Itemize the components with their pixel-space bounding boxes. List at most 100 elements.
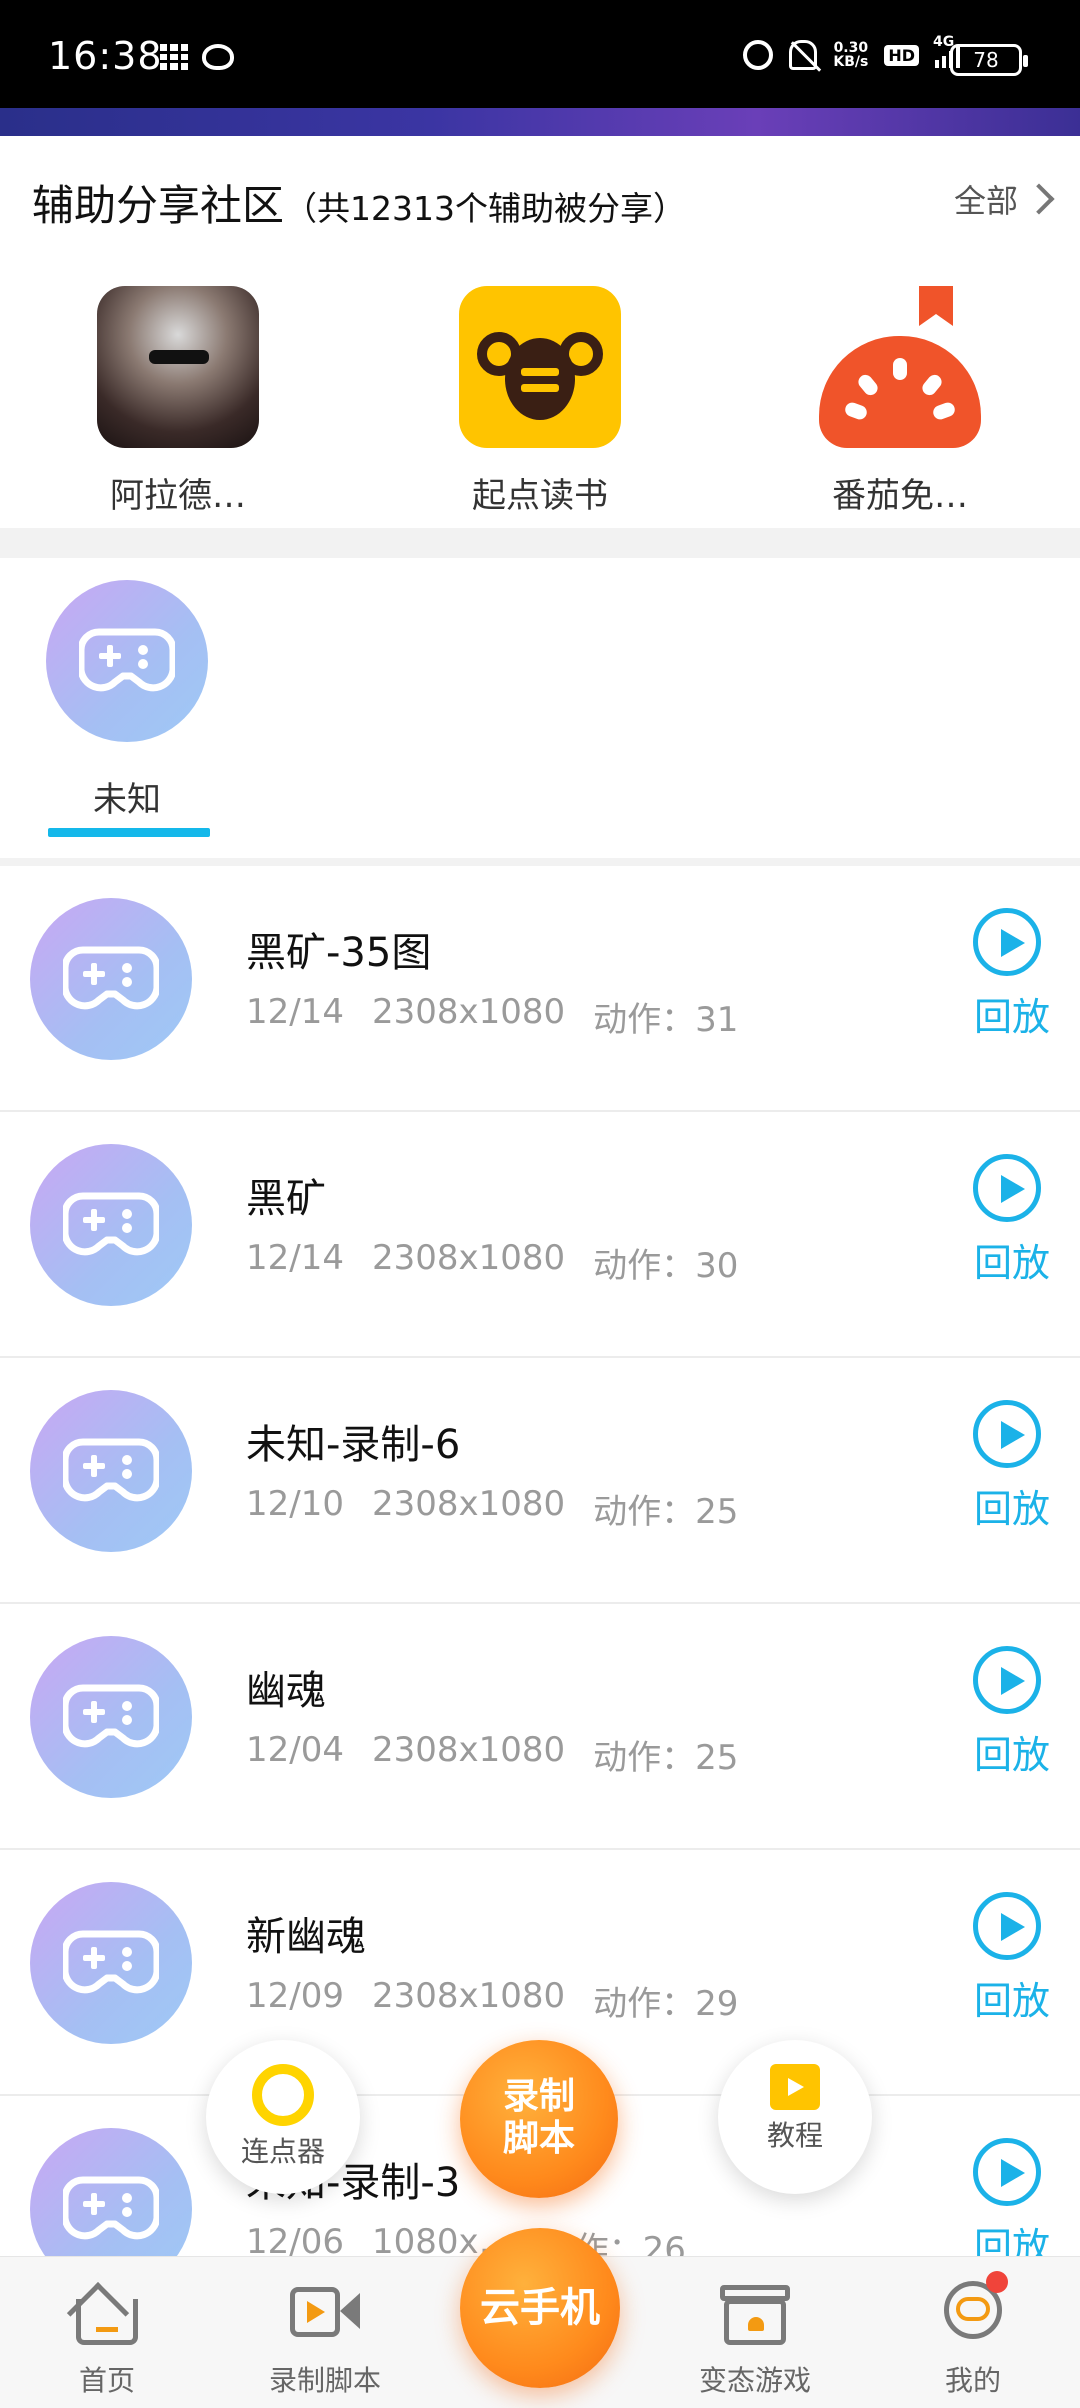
nav-record[interactable]: 录制脚本 <box>250 2277 400 2399</box>
script-resolution: 2308x1080 <box>371 1484 566 1524</box>
profile-robot-icon <box>938 2271 1008 2347</box>
nav-home-label: 首页 <box>78 2364 135 2397</box>
status-right-icons: 0.30 KB/s HD 4G <box>743 34 960 70</box>
nav-mine[interactable]: 我的 <box>898 2271 1048 2399</box>
status-left-icons <box>160 44 234 70</box>
script-actions: 动作：29 <box>593 1984 739 2024</box>
replay-label[interactable]: 回放 <box>974 1232 1050 1287</box>
tutorial-label: 教程 <box>766 2119 823 2152</box>
record-script-label: 录制 脚本 <box>460 2040 618 2160</box>
play-icon <box>973 1400 1041 1468</box>
mute-bell-icon <box>789 40 818 70</box>
community-title-text: 辅助分享社区 <box>32 181 285 230</box>
script-actions: 动作：25 <box>593 1738 739 1778</box>
script-meta: 12/09 2308x1080 动作：29 <box>246 1976 738 2025</box>
script-title: 黑矿-35图 <box>246 930 432 976</box>
play-icon <box>973 908 1041 976</box>
script-meta: 12/14 2308x1080 动作：30 <box>246 1238 738 1287</box>
view-all-button[interactable]: 全部 <box>953 176 1055 222</box>
status-time: 16:38 <box>48 34 163 78</box>
nav-record-label: 录制脚本 <box>268 2364 381 2397</box>
replay-button[interactable] <box>972 2138 1042 2206</box>
record-label-line2: 脚本 <box>502 2118 575 2159</box>
clicker-icon <box>252 2064 314 2126</box>
gamepad-icon <box>30 1390 192 1552</box>
net-speed: 0.30 KB/s <box>833 41 868 69</box>
video-record-icon <box>290 2277 360 2347</box>
replay-button[interactable] <box>972 908 1042 976</box>
tomato-novel-icon <box>819 286 981 448</box>
app-name: 阿拉德… <box>110 476 246 516</box>
app-grid-icon <box>160 44 188 70</box>
community-title: 辅助分享社区（共12313个辅助被分享） <box>32 172 686 233</box>
chevron-right-icon <box>1023 183 1055 215</box>
replay-button[interactable] <box>972 1154 1042 1222</box>
shared-app-item[interactable]: 起点读书 <box>440 286 640 517</box>
script-title: 幽魂 <box>246 1668 326 1714</box>
nav-mod-games[interactable]: 变态游戏 <box>680 2277 830 2399</box>
record-script-button[interactable]: 录制 脚本 <box>460 2040 618 2198</box>
shared-apps: 阿拉德… 起点读书 番茄免… <box>0 286 1080 516</box>
nav-mod-games-label: 变态游戏 <box>698 2364 811 2397</box>
clapperboard-icon <box>770 2064 820 2110</box>
script-date: 12/14 <box>246 992 344 1032</box>
gamepad-icon <box>30 898 192 1060</box>
gamepad-icon <box>30 1882 192 2044</box>
script-actions: 动作：25 <box>593 1492 739 1532</box>
script-row[interactable]: 黑矿 12/14 2308x1080 动作：30 回放 <box>0 1112 1080 1358</box>
shared-app-item[interactable]: 番茄免… <box>800 286 1000 517</box>
qidian-bee-icon <box>459 286 621 448</box>
replay-label[interactable]: 回放 <box>974 1724 1050 1779</box>
nav-mine-label: 我的 <box>944 2364 1001 2397</box>
script-row[interactable]: 幽魂 12/04 2308x1080 动作：25 回放 <box>0 1604 1080 1850</box>
script-actions: 动作：31 <box>593 1000 739 1040</box>
notification-dot <box>986 2271 1008 2293</box>
replay-button[interactable] <box>972 1400 1042 1468</box>
replay-button[interactable] <box>972 1646 1042 1714</box>
script-row[interactable]: 黑矿-35图 12/14 2308x1080 动作：31 回放 <box>0 866 1080 1112</box>
script-meta: 12/14 2308x1080 动作：31 <box>246 992 738 1041</box>
script-title: 新幽魂 <box>246 1914 366 1960</box>
script-resolution: 2308x1080 <box>371 1730 566 1770</box>
script-resolution: 2308x1080 <box>371 992 566 1032</box>
cloud-phone-button[interactable]: 云手机 <box>460 2228 620 2388</box>
play-icon <box>973 2138 1041 2206</box>
game-warrior-icon <box>97 286 259 448</box>
play-icon <box>973 1646 1041 1714</box>
shared-app-item[interactable]: 阿拉德… <box>78 286 278 517</box>
tutorial-button[interactable]: 教程 <box>718 2040 872 2194</box>
script-resolution: 2308x1080 <box>371 1976 566 2016</box>
script-actions: 动作：30 <box>593 1246 739 1286</box>
gamepad-icon <box>30 1144 192 1306</box>
script-date: 12/14 <box>246 1238 344 1278</box>
battery-icon: 78 <box>950 44 1028 76</box>
replay-label[interactable]: 回放 <box>974 1478 1050 1533</box>
list-divider <box>0 858 1080 866</box>
gamepad-icon <box>30 1636 192 1798</box>
net-speed-value: 0.30 <box>833 40 869 56</box>
category-tab-unknown[interactable]: 未知 <box>46 580 208 821</box>
banner-strip[interactable] <box>0 108 1080 136</box>
view-all-label: 全部 <box>953 182 1018 220</box>
net-speed-unit: KB/s <box>833 54 869 70</box>
replay-label[interactable]: 回放 <box>974 1970 1050 2025</box>
play-icon <box>973 1892 1041 1960</box>
replay-label[interactable]: 回放 <box>974 986 1050 1041</box>
script-resolution: 2308x1080 <box>371 1238 566 1278</box>
app-name: 番茄免… <box>832 476 968 516</box>
script-row[interactable]: 未知-录制-6 12/10 2308x1080 动作：25 回放 <box>0 1358 1080 1604</box>
script-title: 黑矿 <box>246 1176 326 1222</box>
script-meta: 12/10 2308x1080 动作：25 <box>246 1484 738 1533</box>
replay-button[interactable] <box>972 1892 1042 1960</box>
weibo-icon <box>202 44 234 70</box>
nav-home[interactable]: 首页 <box>32 2277 182 2399</box>
script-date: 12/10 <box>246 1484 344 1524</box>
script-title: 未知-录制-6 <box>246 1422 461 1468</box>
clicker-button[interactable]: 连点器 <box>206 2040 360 2194</box>
section-divider <box>0 528 1080 558</box>
category-label: 未知 <box>93 780 161 820</box>
gift-icon <box>720 2277 790 2347</box>
play-icon <box>973 1154 1041 1222</box>
script-date: 12/04 <box>246 1730 344 1770</box>
status-bar: 16:38 0.30 KB/s HD 4G 78 <box>0 0 1080 108</box>
